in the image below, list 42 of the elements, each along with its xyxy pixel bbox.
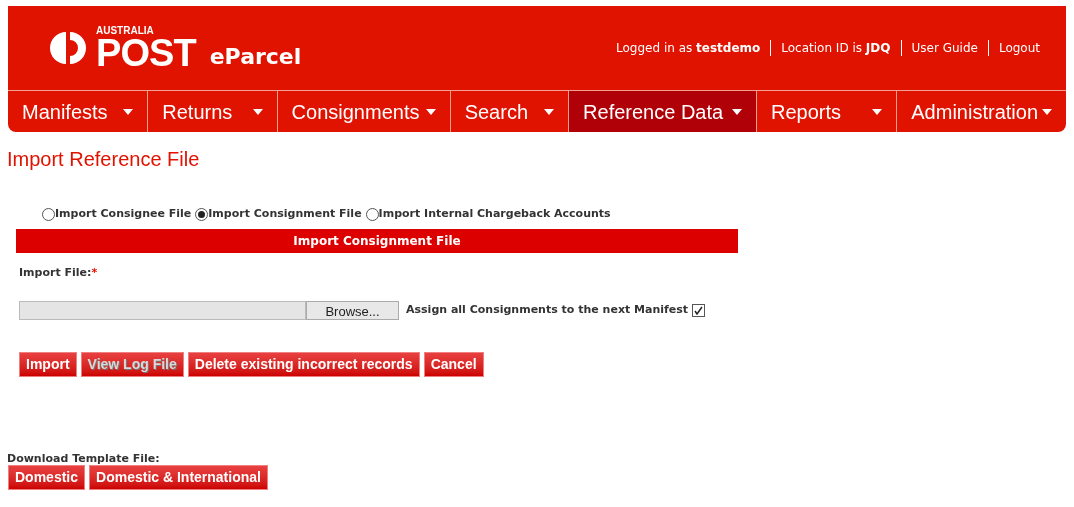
radio-button[interactable] xyxy=(195,207,209,221)
action-button[interactable]: Delete existing incorrect records xyxy=(187,352,420,377)
caret-icon xyxy=(252,108,263,115)
action-button[interactable]: Import xyxy=(19,352,77,377)
header-link[interactable]: User Guide xyxy=(911,39,978,57)
nav-tab[interactable]: Returns xyxy=(147,91,277,132)
required-mark: * xyxy=(91,265,98,279)
caret-icon xyxy=(425,108,436,115)
radio-button[interactable] xyxy=(42,207,55,221)
product-name: eParcel xyxy=(209,42,302,71)
caret-icon xyxy=(872,108,883,115)
header-link[interactable]: Logout xyxy=(998,39,1040,57)
checkbox-label: Assign all Consignments to the next Manifest xyxy=(406,302,689,319)
caret-icon xyxy=(732,108,742,115)
caret-icon xyxy=(123,108,134,115)
radio-label: Import Consignee File xyxy=(55,206,192,222)
caret-icon xyxy=(544,108,555,115)
nav-tab[interactable]: Reports xyxy=(756,91,897,132)
checkbox[interactable] xyxy=(692,304,706,317)
radio-button[interactable] xyxy=(365,207,379,221)
file-input-field[interactable] xyxy=(19,301,306,320)
caret-icon xyxy=(1042,108,1052,115)
nav-tab[interactable]: Reference Data xyxy=(568,91,756,132)
radio-label: Import Consignment File xyxy=(208,206,362,222)
action-button[interactable]: Domestic xyxy=(8,465,86,490)
header-info: Location ID is JDQ xyxy=(781,40,891,57)
logo-title: POST xyxy=(96,36,196,70)
nav-tab[interactable]: Manifests xyxy=(8,91,148,132)
check-icon xyxy=(694,306,704,315)
nav-tab[interactable]: Administration xyxy=(896,91,1066,132)
nav-tab[interactable]: Consignments xyxy=(276,91,450,132)
header-info: Logged in as testdemo xyxy=(616,40,761,57)
field-label: Import File: xyxy=(19,265,92,279)
logo-icon xyxy=(50,30,86,66)
browse-button[interactable]: Browse... xyxy=(306,301,399,320)
radio-label: Import Internal Chargeback Accounts xyxy=(378,206,611,222)
download-label: Download Template File: xyxy=(7,452,161,465)
action-button[interactable]: Domestic & International xyxy=(89,465,268,490)
action-button[interactable]: Cancel xyxy=(423,352,484,377)
section-header: Import Consignment File xyxy=(16,228,738,253)
logo-subtitle: AUSTRALIA xyxy=(96,26,155,36)
page-title: Import Reference File xyxy=(7,147,201,172)
